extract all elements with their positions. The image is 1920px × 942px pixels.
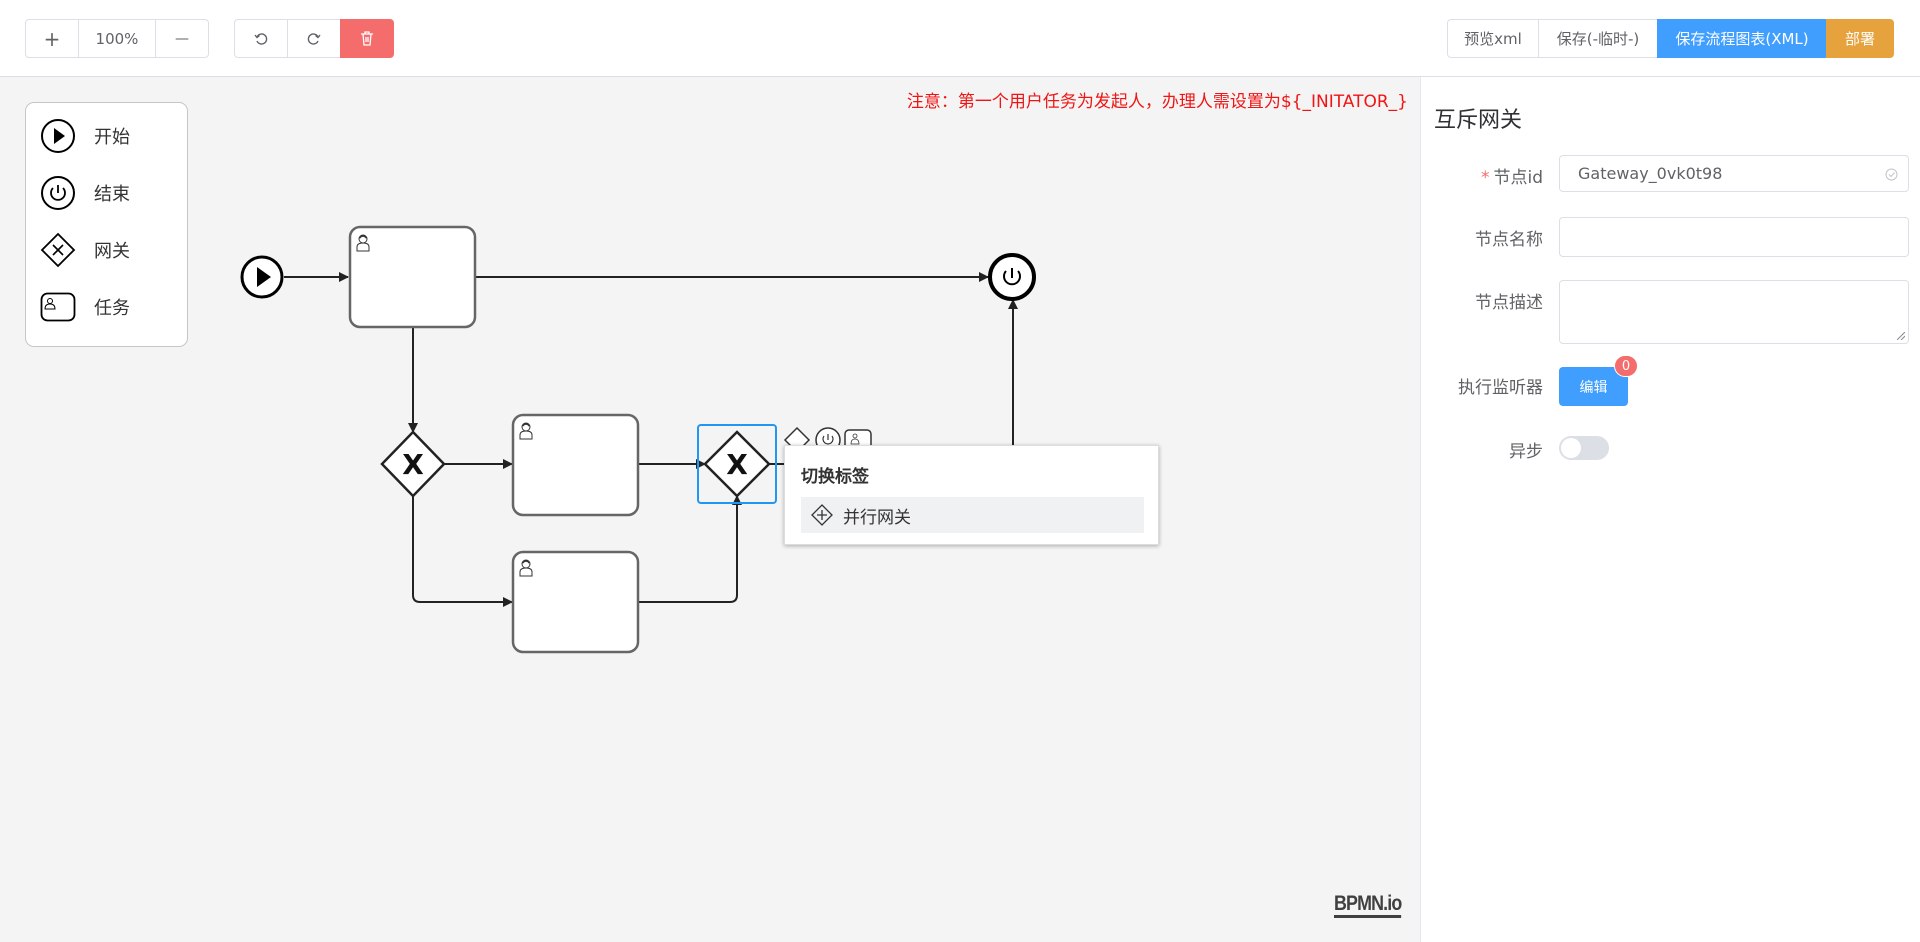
preview-xml-button[interactable]: 预览xml [1447,19,1539,58]
popup-item-label: 并行网关 [843,507,911,528]
palette-item-end[interactable]: 结束 [40,174,130,212]
user-task-1 [348,225,477,329]
properties-panel: 互斥网关 * 节点id Gateway_0vk0t98 节点名称 节点描述 执行监… [1420,77,1920,942]
redo-button[interactable] [287,19,341,58]
node-id-value: Gateway_0vk0t98 [1578,164,1723,183]
async-label: 异步 [1509,442,1543,462]
gateway-icon [40,232,76,268]
flow-gateway1-task3 [412,495,513,607]
palette-item-start[interactable]: 开始 [40,117,130,155]
palette-item-gateway[interactable]: 网关 [40,231,130,269]
undo-button[interactable] [234,19,288,58]
exclusive-gateway-1: X [380,430,446,498]
flow-task3-gateway2 [638,495,742,603]
zoom-button-group: + 100% — [25,19,209,58]
svg-text:X: X [402,448,424,481]
user-task-2 [511,413,640,517]
bpmn-io-logo[interactable]: BPMN.io [1334,893,1402,918]
async-toggle[interactable] [1559,436,1609,460]
node-name-field[interactable] [1559,217,1909,257]
panel-title: 互斥网关 [1434,108,1523,133]
redo-icon [307,32,321,45]
user-task-3 [511,550,640,654]
palette-label: 开始 [94,127,130,148]
parallel-gateway-icon [811,504,833,526]
start-event [240,255,284,299]
action-button-group: 预览xml 保存(-临时-) 保存流程图表(XML) 部署 [1447,19,1894,58]
palette: 开始 结束 网关 任务 [25,102,188,347]
resize-handle-icon[interactable] [1897,332,1905,340]
undo-icon [254,32,268,45]
zoom-reset-button[interactable]: 100% [78,19,156,58]
start-event-icon [41,119,75,153]
listener-label: 执行监听器 [1458,378,1543,398]
palette-label: 结束 [94,184,130,205]
popup-item-parallel-gateway[interactable]: 并行网关 [801,497,1144,533]
user-task-icon [40,292,76,322]
zoom-in-button[interactable]: + [25,19,79,58]
palette-label: 任务 [94,298,130,319]
node-name-label: 节点名称 [1475,230,1543,250]
save-xml-button[interactable]: 保存流程图表(XML) [1657,19,1827,58]
zoom-out-button[interactable]: — [155,19,209,58]
save-temp-button[interactable]: 保存(-临时-) [1538,19,1658,58]
popup-title: 切换标签 [801,467,869,487]
palette-label: 网关 [94,241,130,262]
edit-button-group [234,19,394,58]
bpmn-canvas[interactable]: 注意：第一个用户任务为发起人，办理人需设置为${_INITATOR_} X X … [0,77,1420,942]
toolbar: + 100% — 预览xml 保存(-临时-) 保存流程图表(XML) 部署 [0,0,1920,77]
palette-item-task[interactable]: 任务 [40,288,130,326]
end-event [988,253,1036,301]
bpmn-diagram: X X [240,225,1036,654]
valid-check-icon [1885,168,1898,181]
delete-button[interactable] [340,19,394,58]
deploy-button[interactable]: 部署 [1826,19,1894,58]
exclusive-gateway-2-selected: X [697,424,777,504]
svg-text:X: X [726,448,748,481]
node-desc-label: 节点描述 [1475,293,1543,313]
listener-count-badge: 0 [1614,355,1638,377]
trash-icon [361,31,373,46]
node-id-label: * 节点id [1480,168,1543,188]
replace-menu-popup: 切换标签 并行网关 [784,445,1159,545]
node-id-field[interactable]: Gateway_0vk0t98 [1559,155,1909,192]
end-event-icon [41,176,75,210]
node-desc-textarea[interactable] [1559,280,1909,344]
